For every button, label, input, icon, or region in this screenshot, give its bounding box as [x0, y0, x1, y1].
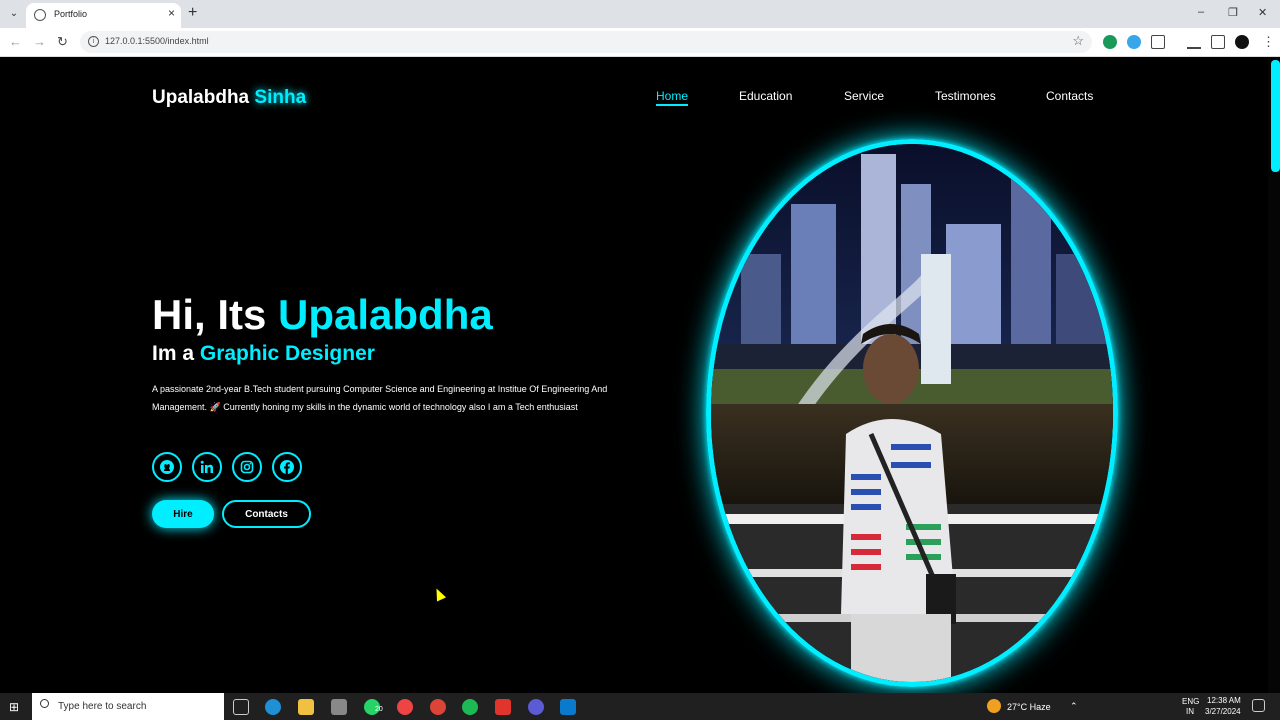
hero-subheading: Im a Graphic Designer — [152, 342, 375, 366]
site-logo[interactable]: Upalabdha Sinha — [152, 87, 306, 109]
clock-time[interactable]: 12:38 AM — [1207, 696, 1241, 705]
instagram-icon[interactable] — [232, 452, 262, 482]
github-icon[interactable] — [152, 452, 182, 482]
tab-search-icon[interactable]: ⌄ — [6, 6, 22, 22]
reload-icon[interactable]: ↻ — [57, 34, 68, 50]
chrome-profile-icon[interactable] — [430, 699, 446, 715]
mouse-cursor — [431, 586, 447, 602]
window-close-icon[interactable]: ✕ — [1258, 6, 1267, 19]
nav-home[interactable]: Home — [656, 89, 689, 106]
weather-icon[interactable] — [987, 699, 1001, 713]
linkedin-icon[interactable] — [192, 452, 222, 482]
role-text: Graphic Designer — [199, 342, 375, 365]
search-placeholder: Type here to search — [58, 701, 147, 712]
logo-first: Upalabdha — [152, 87, 250, 108]
taskbar-search[interactable]: Type here to search — [32, 693, 224, 720]
forward-icon[interactable]: → — [33, 34, 46, 49]
bookmark-star-icon[interactable]: ☆ — [1072, 33, 1084, 49]
minimize-icon[interactable]: – — [1198, 6, 1204, 18]
vscode-icon[interactable] — [560, 699, 576, 715]
search-icon — [40, 699, 49, 708]
tray-chevron-icon[interactable]: ⌃ — [1070, 701, 1078, 712]
lang-bottom: IN — [1186, 707, 1194, 716]
windows-start-icon[interactable]: ⊞ — [9, 700, 19, 714]
restore-icon[interactable]: ❐ — [1228, 6, 1238, 19]
lang-top[interactable]: ENG — [1182, 697, 1199, 706]
hero-heading: Hi, Its Upalabdha — [152, 291, 493, 339]
profile-avatar[interactable] — [1235, 35, 1249, 49]
weather-text[interactable]: 27°C Haze — [1007, 702, 1051, 712]
nav-testimones[interactable]: Testimones — [935, 89, 996, 103]
windows-taskbar: ⊞ Type here to search 20 27°C Haze ⌃ ENG… — [0, 693, 1280, 720]
greeting-text: Hi, Its — [152, 291, 279, 338]
file-explorer-icon[interactable] — [298, 699, 314, 715]
browser-toolbar: ← → ↻ i 127.0.0.1:5500/index.html ☆ ⋮ — [0, 28, 1280, 57]
chrome-icon[interactable] — [397, 699, 413, 715]
globe-icon — [34, 9, 46, 21]
wps-icon[interactable] — [495, 699, 511, 715]
new-tab-icon[interactable]: + — [188, 4, 197, 22]
menu-icon[interactable]: ⋮ — [1262, 34, 1275, 50]
whatsapp-badge: 20 — [375, 706, 383, 713]
nav-education[interactable]: Education — [739, 89, 792, 103]
nav-service[interactable]: Service — [844, 89, 884, 103]
extension-icon[interactable] — [1127, 35, 1141, 49]
tab-title: Portfolio — [54, 9, 88, 19]
edge-icon[interactable] — [265, 699, 281, 715]
facebook-icon[interactable] — [272, 452, 302, 482]
sidepanel-icon[interactable] — [1211, 35, 1225, 49]
hire-button[interactable]: Hire — [152, 500, 214, 528]
scrollbar-thumb[interactable] — [1271, 60, 1280, 172]
info-icon[interactable]: i — [88, 36, 99, 47]
contacts-button[interactable]: Contacts — [222, 500, 311, 528]
greeting-name: Upalabdha — [278, 291, 493, 338]
notification-icon[interactable] — [1252, 699, 1265, 712]
profile-photo — [706, 139, 1118, 687]
address-bar[interactable]: i 127.0.0.1:5500/index.html ☆ — [80, 31, 1092, 53]
browser-tabbar: ⌄ Portfolio × + – ❐ ✕ — [0, 0, 1280, 28]
app-icon[interactable] — [331, 699, 347, 715]
back-icon[interactable]: ← — [9, 34, 22, 49]
profile-photo-illustration — [711, 144, 1113, 682]
chrome-alt-icon[interactable] — [528, 699, 544, 715]
download-icon[interactable] — [1187, 35, 1201, 49]
close-icon[interactable]: × — [168, 6, 175, 20]
spotify-icon[interactable] — [462, 699, 478, 715]
clock-date: 3/27/2024 — [1205, 707, 1241, 716]
nav-contacts[interactable]: Contacts — [1046, 89, 1093, 103]
task-view-icon[interactable] — [233, 699, 249, 715]
puzzle-icon[interactable] — [1151, 35, 1165, 49]
role-prefix: Im a — [152, 342, 200, 365]
url-text: 127.0.0.1:5500/index.html — [105, 36, 209, 46]
grammarly-icon[interactable] — [1103, 35, 1117, 49]
browser-tab[interactable]: Portfolio × — [26, 3, 181, 28]
logo-accent: Sinha — [254, 87, 307, 108]
portfolio-page: Upalabdha Sinha Home Education Service T… — [0, 57, 1268, 693]
hero-bio: A passionate 2nd-year B.Tech student pur… — [152, 384, 608, 412]
